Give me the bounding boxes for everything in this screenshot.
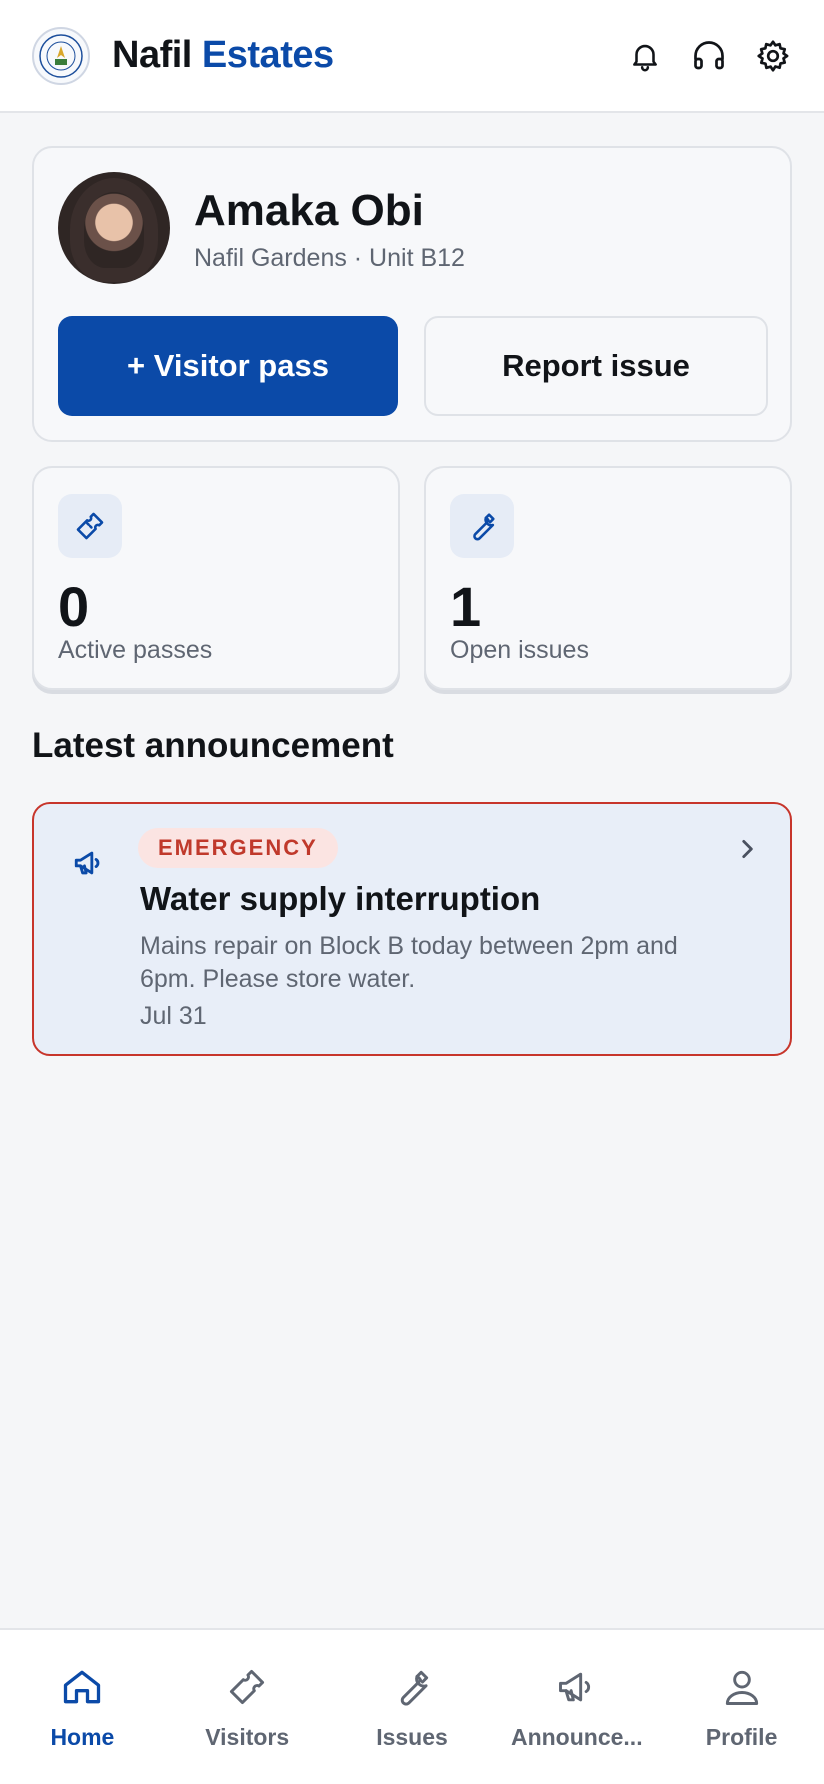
chevron-right-icon <box>734 834 760 864</box>
resident-unit: Nafil Gardens · Unit B12 <box>194 244 465 272</box>
ticket-icon <box>224 1664 270 1710</box>
brand-first: Nafil <box>112 34 192 76</box>
bell-icon[interactable] <box>626 37 664 75</box>
announcement-date: Jul 31 <box>140 1002 207 1030</box>
report-issue-button[interactable]: Report issue <box>424 316 768 416</box>
nav-item-home[interactable]: Home <box>0 1630 165 1784</box>
active-passes-count: 0 <box>58 575 90 638</box>
brand-second: Estates <box>201 34 334 76</box>
header-actions <box>626 37 792 75</box>
open-issues-label: Open issues <box>450 636 589 664</box>
nav-item-profile[interactable]: Profile <box>659 1630 824 1784</box>
nav-label-announcements: Announce... <box>510 1724 643 1750</box>
active-passes-card[interactable]: 0 Active passes <box>32 466 400 690</box>
home-icon <box>59 1664 105 1710</box>
section-title: Latest announcement <box>32 726 394 765</box>
resident-name: Amaka Obi <box>194 186 424 235</box>
nav-label-issues: Issues <box>376 1724 448 1750</box>
bottom-navigation: Home Visitors Issues Announce... Profile <box>0 1628 824 1784</box>
nav-label-profile: Profile <box>705 1724 778 1750</box>
nav-item-visitors[interactable]: Visitors <box>165 1630 330 1784</box>
open-issues-count: 1 <box>450 575 482 638</box>
app-header: Nafil Estates <box>0 0 824 113</box>
open-issues-card[interactable]: 1 Open issues <box>424 466 792 690</box>
headset-icon[interactable] <box>690 37 728 75</box>
avatar[interactable] <box>58 172 170 284</box>
emergency-badge: EMERGENCY <box>138 828 338 868</box>
announcement-title: Water supply interruption <box>140 880 541 917</box>
active-passes-label: Active passes <box>58 636 213 664</box>
brand-title: Nafil Estates <box>112 34 334 77</box>
nav-label-home: Home <box>50 1724 115 1750</box>
nav-item-issues[interactable]: Issues <box>330 1630 495 1784</box>
visitor-pass-button[interactable]: + Visitor pass <box>58 316 398 416</box>
announcement-body: Mains repair on Block B today between 2p… <box>140 932 678 993</box>
megaphone-icon <box>554 1664 600 1710</box>
wrench-icon <box>450 494 514 558</box>
user-icon <box>719 1664 765 1710</box>
wrench-icon <box>389 1664 435 1710</box>
megaphone-icon <box>72 846 106 880</box>
announcement-card[interactable]: EMERGENCY Water supply interruption Main… <box>32 802 792 1056</box>
nav-label-visitors: Visitors <box>205 1724 290 1750</box>
ticket-icon <box>58 494 122 558</box>
app-screen: Nafil Estates Amaka Obi Nafil Gardens · … <box>0 0 824 1784</box>
gear-icon[interactable] <box>754 37 792 75</box>
profile-card: Amaka Obi Nafil Gardens · Unit B12 + Vis… <box>32 146 792 442</box>
nav-item-announcements[interactable]: Announce... <box>494 1630 659 1784</box>
estate-logo-icon <box>32 26 90 85</box>
